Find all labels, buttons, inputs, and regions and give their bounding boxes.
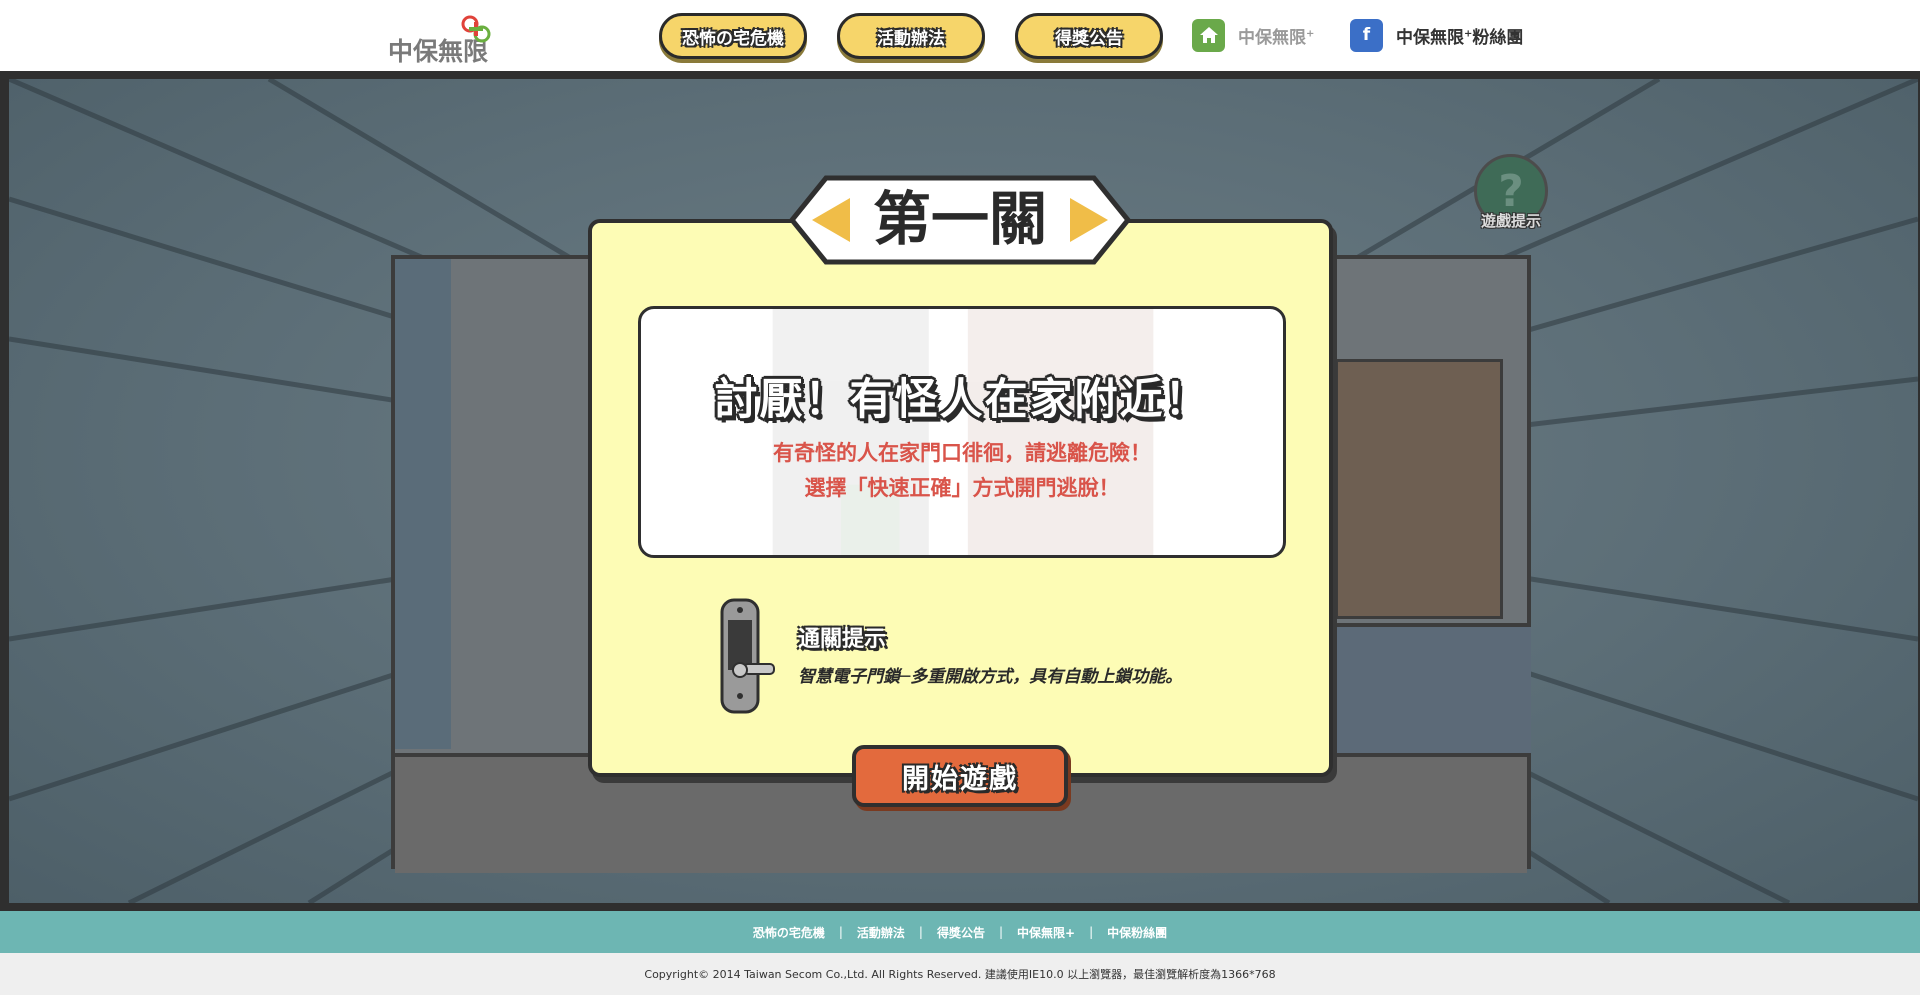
footer-nav: 恐怖の宅危機 | 活動辦法 | 得獎公告 | 中保無限+ | 中保粉絲團 <box>0 911 1920 953</box>
footer-separator: | <box>918 925 923 939</box>
plus-logo-icon <box>461 15 491 43</box>
nav-button-label: 活動辦法 <box>877 28 945 49</box>
level-intro-dialog: 討厭！有怪人在家附近！ 有奇怪的人在家門口徘徊，請逃離危險！ 選擇「快速正確」方… <box>588 219 1333 777</box>
hint-text: 智慧電子門鎖─多重開啟方式，具有自動上鎖功能。 <box>798 667 1183 687</box>
footer-separator: | <box>998 925 1004 939</box>
facebook-icon: f <box>1350 18 1383 52</box>
home-link-label: 中保無限+ <box>1238 27 1315 48</box>
nav-button-rules[interactable]: 活動辦法 <box>837 13 985 59</box>
home-icon <box>1192 18 1225 52</box>
smart-door-lock-icon <box>720 598 775 714</box>
room-door <box>1335 359 1503 619</box>
level-hint: 通關提示 智慧電子門鎖─多重開啟方式，具有自動上鎖功能。 <box>718 596 1278 716</box>
nav-button-game[interactable]: 恐怖の宅危機 <box>659 13 807 59</box>
level-title: 第一關 <box>872 185 1047 253</box>
site-header: 中保無限 恐怖の宅危機 活動辦法 得獎公告 中保無限+ f 中保無限+粉絲團 <box>0 0 1920 71</box>
room-window <box>395 259 451 749</box>
mission-description-line-1: 有奇怪的人在家門口徘徊，請逃離危險！ <box>773 441 1151 465</box>
copyright-notice: Copyright© 2014 Taiwan Secom Co.,Ltd. Al… <box>0 953 1920 995</box>
game-help-button[interactable]: ? 遊戲提示 <box>1474 154 1548 236</box>
footer-separator: | <box>838 925 843 939</box>
start-game-button[interactable]: 開始遊戲 <box>852 745 1068 807</box>
footer-link-fanpage[interactable]: 中保粉絲團 <box>1107 924 1167 941</box>
footer-link-home[interactable]: 中保無限+ <box>1017 924 1075 941</box>
nav-button-label: 得獎公告 <box>1055 28 1123 49</box>
footer-separator: | <box>1089 925 1094 939</box>
footer-link-winners[interactable]: 得獎公告 <box>937 924 985 941</box>
help-label: 遊戲提示 <box>1480 212 1541 230</box>
nav-button-label: 恐怖の宅危機 <box>682 28 784 49</box>
footer-link-game[interactable]: 恐怖の宅危機 <box>753 924 825 941</box>
mission-title: 討厭！有怪人在家附近！ <box>714 375 1210 425</box>
hint-title: 通關提示 <box>798 627 887 652</box>
site-logo[interactable]: 中保無限 <box>388 14 498 66</box>
home-link[interactable]: 中保無限+ <box>1192 18 1314 52</box>
mission-message-box: 討厭！有怪人在家附近！ 有奇怪的人在家門口徘徊，請逃離危險！ 選擇「快速正確」方… <box>638 306 1286 558</box>
facebook-link[interactable]: f 中保無限+粉絲團 <box>1350 18 1523 52</box>
mission-description-line-2: 選擇「快速正確」方式開門逃脫！ <box>804 476 1120 500</box>
facebook-link-label: 中保無限+粉絲團 <box>1396 27 1524 48</box>
nav-button-winners[interactable]: 得獎公告 <box>1015 13 1163 59</box>
footer-link-rules[interactable]: 活動辦法 <box>857 924 905 941</box>
start-game-label: 開始遊戲 <box>902 763 1018 795</box>
room-illustration-background <box>772 309 1154 555</box>
